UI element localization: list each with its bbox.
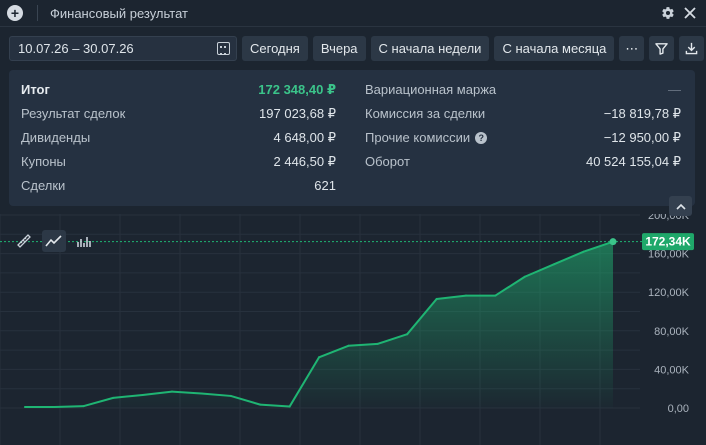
y-tick-label: 40,00K — [654, 364, 690, 376]
titlebar-divider — [37, 5, 38, 21]
trade-commission-label: Комиссия за сделки — [365, 106, 486, 121]
data-point — [230, 395, 232, 397]
data-point — [53, 406, 56, 408]
today-button[interactable]: Сегодня — [242, 36, 308, 61]
month-start-button[interactable]: С начала месяца — [494, 36, 615, 61]
data-point — [171, 390, 173, 393]
other-commissions-value: −12 950,00 ₽ — [603, 130, 681, 145]
turnover-label: Оборот — [365, 154, 410, 169]
current-value-label: 172,34K — [645, 235, 691, 249]
date-range-value: 10.07.26 – 30.07.26 — [18, 41, 134, 56]
dividends-value: 4 648,00 ₽ — [273, 130, 337, 145]
variation-margin-label: Вариационная маржа — [365, 82, 497, 97]
other-commissions-label: Прочие комиссии? — [365, 130, 488, 145]
other-commissions-text: Прочие комиссии — [365, 130, 471, 145]
trades-count-label: Сделки — [21, 178, 66, 193]
trades-result-value: 197 023,68 ₽ — [259, 106, 336, 121]
data-point — [553, 263, 555, 266]
series-segment — [53, 405, 85, 409]
data-point — [524, 275, 526, 278]
turnover-value: 40 524 155,04 ₽ — [585, 154, 681, 169]
chart-area-fill — [25, 241, 613, 408]
data-point — [24, 406, 26, 408]
trades-result-label: Результат сделок — [21, 106, 126, 121]
close-icon[interactable] — [682, 4, 698, 22]
data-point — [377, 343, 379, 345]
window-title: Финансовый результат — [50, 5, 188, 21]
data-point — [465, 294, 467, 297]
gear-icon[interactable] — [660, 4, 676, 22]
period-toolbar: 10.07.26 – 30.07.26 Сегодня Вчера С нача… — [9, 36, 705, 61]
trades-count-value: 621 — [314, 178, 336, 193]
data-point — [347, 344, 350, 347]
data-point — [259, 403, 262, 406]
data-point — [200, 392, 203, 395]
window-titlebar: + Финансовый результат — [0, 0, 706, 27]
summary-panel: Итог 172 348,40 ₽ Результат сделок 197 0… — [9, 70, 695, 206]
download-icon[interactable] — [679, 36, 705, 61]
line-chart-icon[interactable] — [42, 230, 66, 252]
data-point — [494, 294, 497, 297]
chart-type-switcher — [12, 230, 108, 252]
data-point — [112, 397, 114, 399]
calendar-icon[interactable] — [217, 42, 230, 55]
coupons-value: 2 446,50 ₽ — [273, 154, 337, 169]
data-point — [141, 394, 144, 396]
add-widget-icon[interactable]: + — [7, 5, 23, 21]
collapse-summary-button[interactable] — [669, 196, 692, 216]
current-value-badge: 172,34K — [642, 233, 694, 251]
filter-icon[interactable] — [649, 36, 675, 61]
total-value: 172 348,40 ₽ — [258, 82, 336, 97]
data-point — [582, 250, 585, 253]
y-tick-label: 120,00K — [648, 287, 690, 299]
data-point — [318, 356, 320, 359]
more-button[interactable]: ⋯ — [619, 36, 645, 61]
yesterday-button[interactable]: Вчера — [312, 36, 366, 61]
data-point — [83, 405, 85, 407]
total-label: Итог — [21, 82, 50, 97]
y-tick-label: 160,00K — [648, 249, 690, 261]
week-start-button[interactable]: С начала недели — [370, 36, 490, 61]
bar-chart-icon[interactable] — [72, 230, 96, 252]
y-tick-label: 80,00K — [654, 326, 690, 338]
help-icon[interactable]: ? — [475, 132, 488, 144]
y-tick-label: 0,00 — [668, 403, 689, 415]
data-point — [435, 298, 438, 300]
last-data-point — [609, 238, 617, 246]
data-point — [288, 405, 291, 408]
data-point — [406, 333, 409, 335]
date-range-field[interactable]: 10.07.26 – 30.07.26 — [9, 36, 237, 61]
ruler-icon[interactable] — [12, 230, 36, 252]
trade-commission-value: −18 819,78 ₽ — [603, 106, 681, 121]
variation-margin-value: — — [668, 82, 681, 97]
coupons-label: Купоны — [21, 154, 66, 169]
dividends-label: Дивиденды — [21, 130, 91, 145]
